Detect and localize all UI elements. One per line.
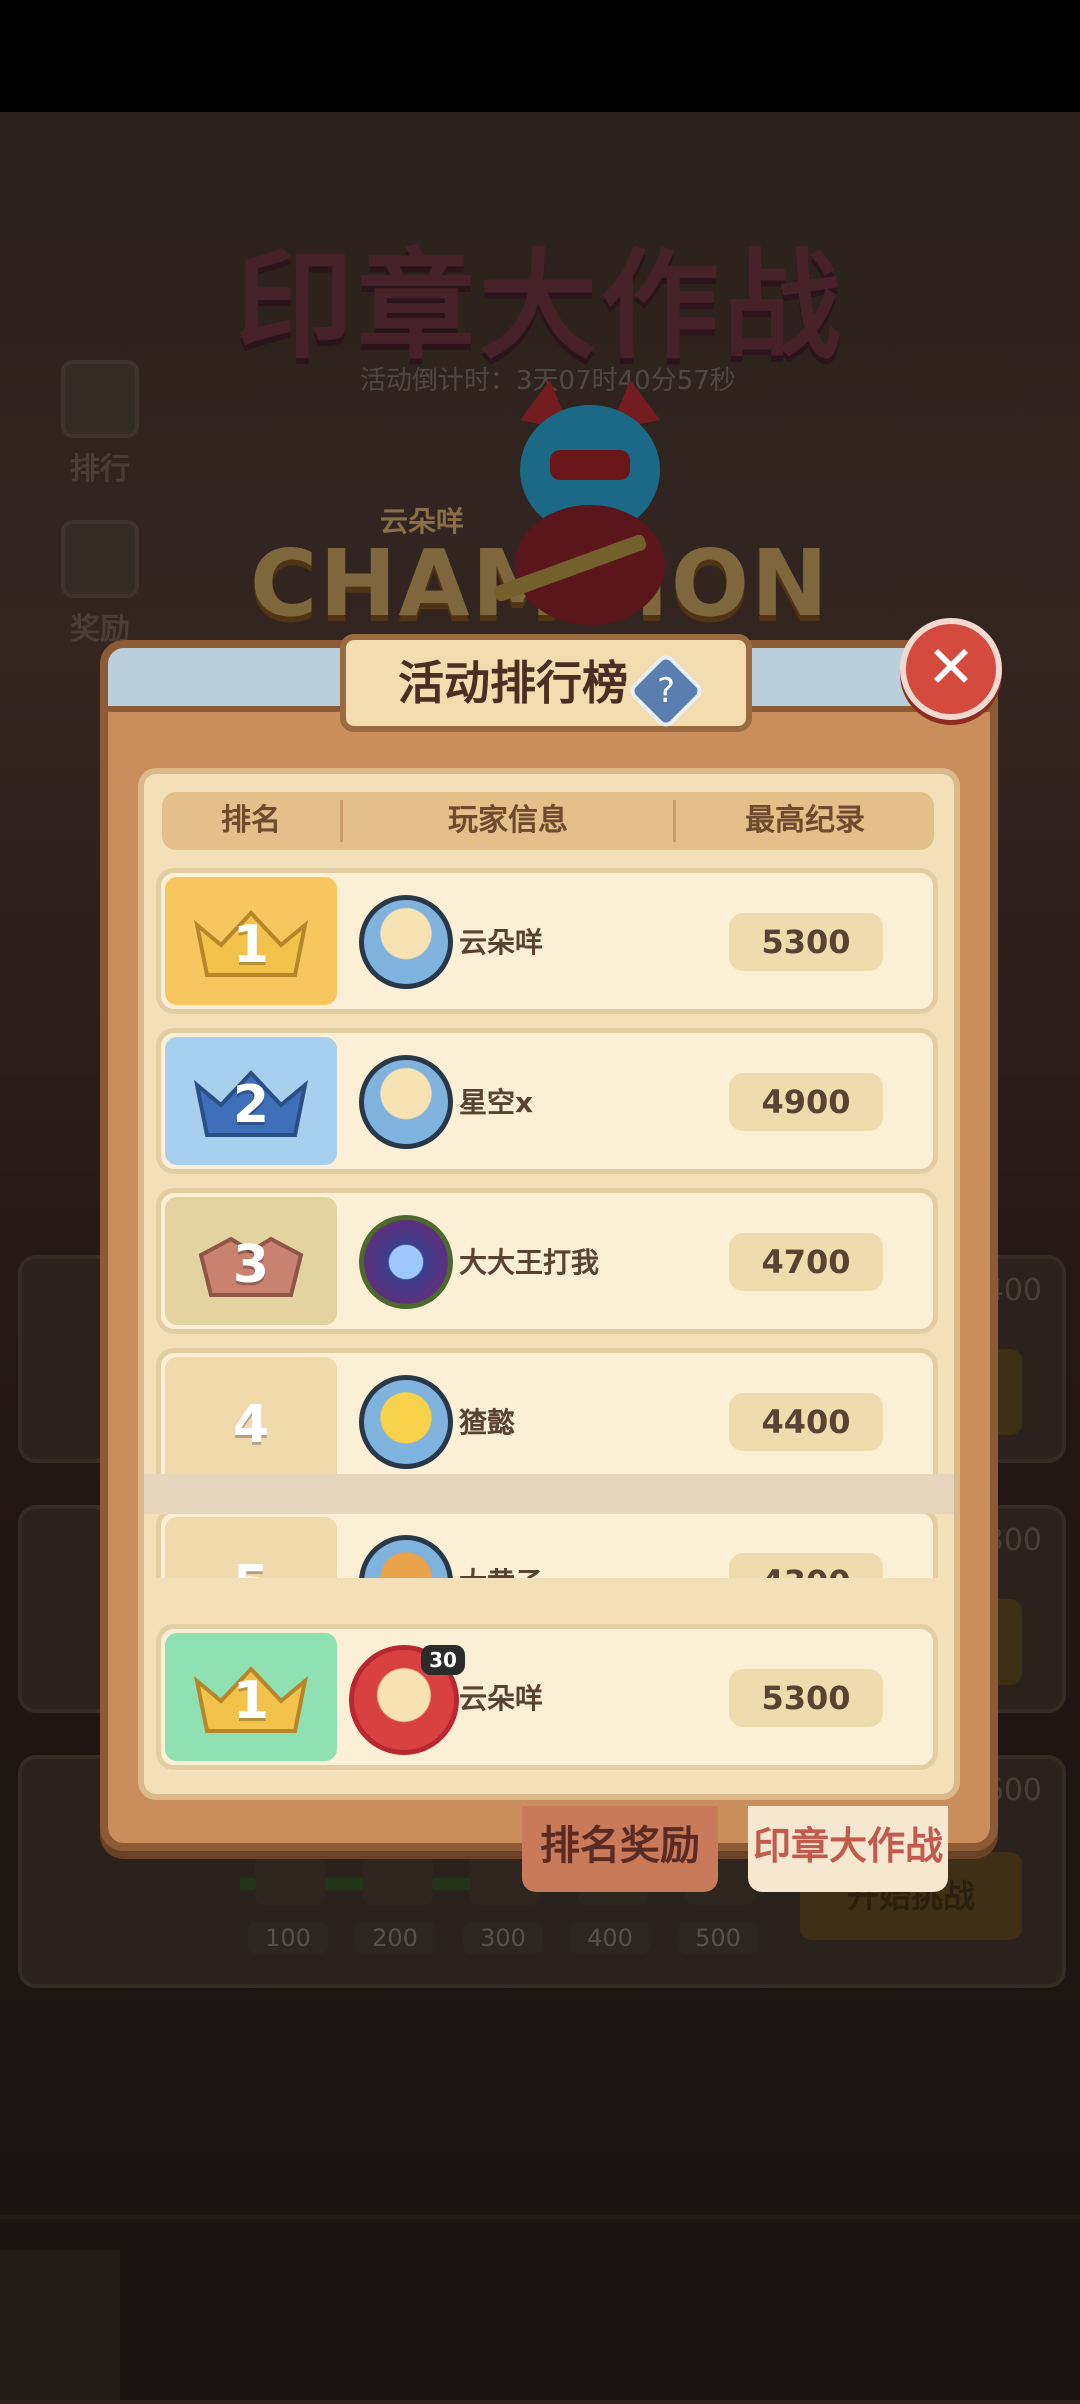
player-name: 云朵咩 [459, 926, 544, 959]
player-score: 5300 [729, 913, 883, 971]
player-avatar[interactable] [359, 1055, 453, 1149]
my-rank-cell: 1 [165, 1633, 337, 1761]
my-rank-row: 1 30 云朵咩 5300 [156, 1624, 938, 1770]
modal-title-ribbon: 活动排行榜? [340, 634, 752, 732]
header-player-info: 玩家信息 [448, 803, 568, 838]
header-rank: 排名 [221, 803, 281, 838]
help-symbol: ? [656, 670, 676, 711]
leaderboard-header: 排名 玩家信息 最高纪录 [162, 792, 934, 850]
rank-cell: 3 [165, 1197, 337, 1325]
leaderboard-row[interactable]: 4 猹懿 4400 [156, 1348, 938, 1494]
player-avatar[interactable] [359, 1535, 453, 1578]
help-icon[interactable]: ? [626, 650, 706, 731]
leaderboard-list[interactable]: 1 云朵咩 5300 2 星空x 4900 3 大大王打我 4700 4 猹懿 … [156, 868, 942, 1578]
leaderboard-panel: 排名 玩家信息 最高纪录 1 云朵咩 5300 2 星空x 4900 3 大大王… [138, 768, 960, 1800]
player-score: 4700 [729, 1233, 883, 1291]
leaderboard-modal: 活动排行榜? ✕ 排名 玩家信息 最高纪录 1 云朵咩 5300 2 星空x 4… [100, 618, 1002, 1892]
player-avatar[interactable] [359, 1215, 453, 1309]
leaderboard-row[interactable]: 3 大大王打我 4700 [156, 1188, 938, 1334]
rank-number: 5 [165, 1555, 337, 1578]
leaderboard-row[interactable]: 2 星空x 4900 [156, 1028, 938, 1174]
list-divider [144, 1474, 954, 1514]
status-bar [0, 0, 1080, 112]
close-icon: ✕ [926, 633, 976, 701]
header-best-record: 最高纪录 [745, 803, 865, 838]
player-score: 4400 [729, 1393, 883, 1451]
player-name: 星空x [459, 1086, 534, 1119]
player-name: 大黄子 [459, 1561, 543, 1578]
rank-number: 3 [232, 1235, 270, 1295]
leaderboard-row[interactable]: 5 大黄子 4300 [156, 1508, 938, 1578]
player-score: 4900 [729, 1073, 883, 1131]
player-name: 大大王打我 [459, 1246, 600, 1279]
player-avatar[interactable] [359, 1375, 453, 1469]
rank-cell: 1 [165, 877, 337, 1005]
modal-title: 活动排行榜 [398, 656, 628, 710]
my-level-badge: 30 [421, 1645, 465, 1675]
my-rank-number: 1 [232, 1671, 270, 1731]
tab-rank-rewards[interactable]: 排名奖励 [522, 1806, 718, 1892]
player-avatar[interactable] [359, 895, 453, 989]
close-button[interactable]: ✕ [900, 618, 1002, 720]
rank-number: 1 [232, 915, 270, 975]
rank-cell: 4 [165, 1357, 337, 1485]
rank-cell: 2 [165, 1037, 337, 1165]
player-name: 猹懿 [459, 1406, 516, 1439]
my-score: 5300 [729, 1669, 883, 1727]
leaderboard-row[interactable]: 1 云朵咩 5300 [156, 868, 938, 1014]
rank-number: 2 [232, 1075, 270, 1135]
rank-cell: 5 [165, 1517, 337, 1578]
player-score: 4300 [729, 1553, 883, 1578]
my-player-name: 云朵咩 [459, 1682, 544, 1715]
tab-stamp-battle[interactable]: 印章大作战 [748, 1806, 948, 1892]
rank-number: 4 [232, 1395, 270, 1455]
